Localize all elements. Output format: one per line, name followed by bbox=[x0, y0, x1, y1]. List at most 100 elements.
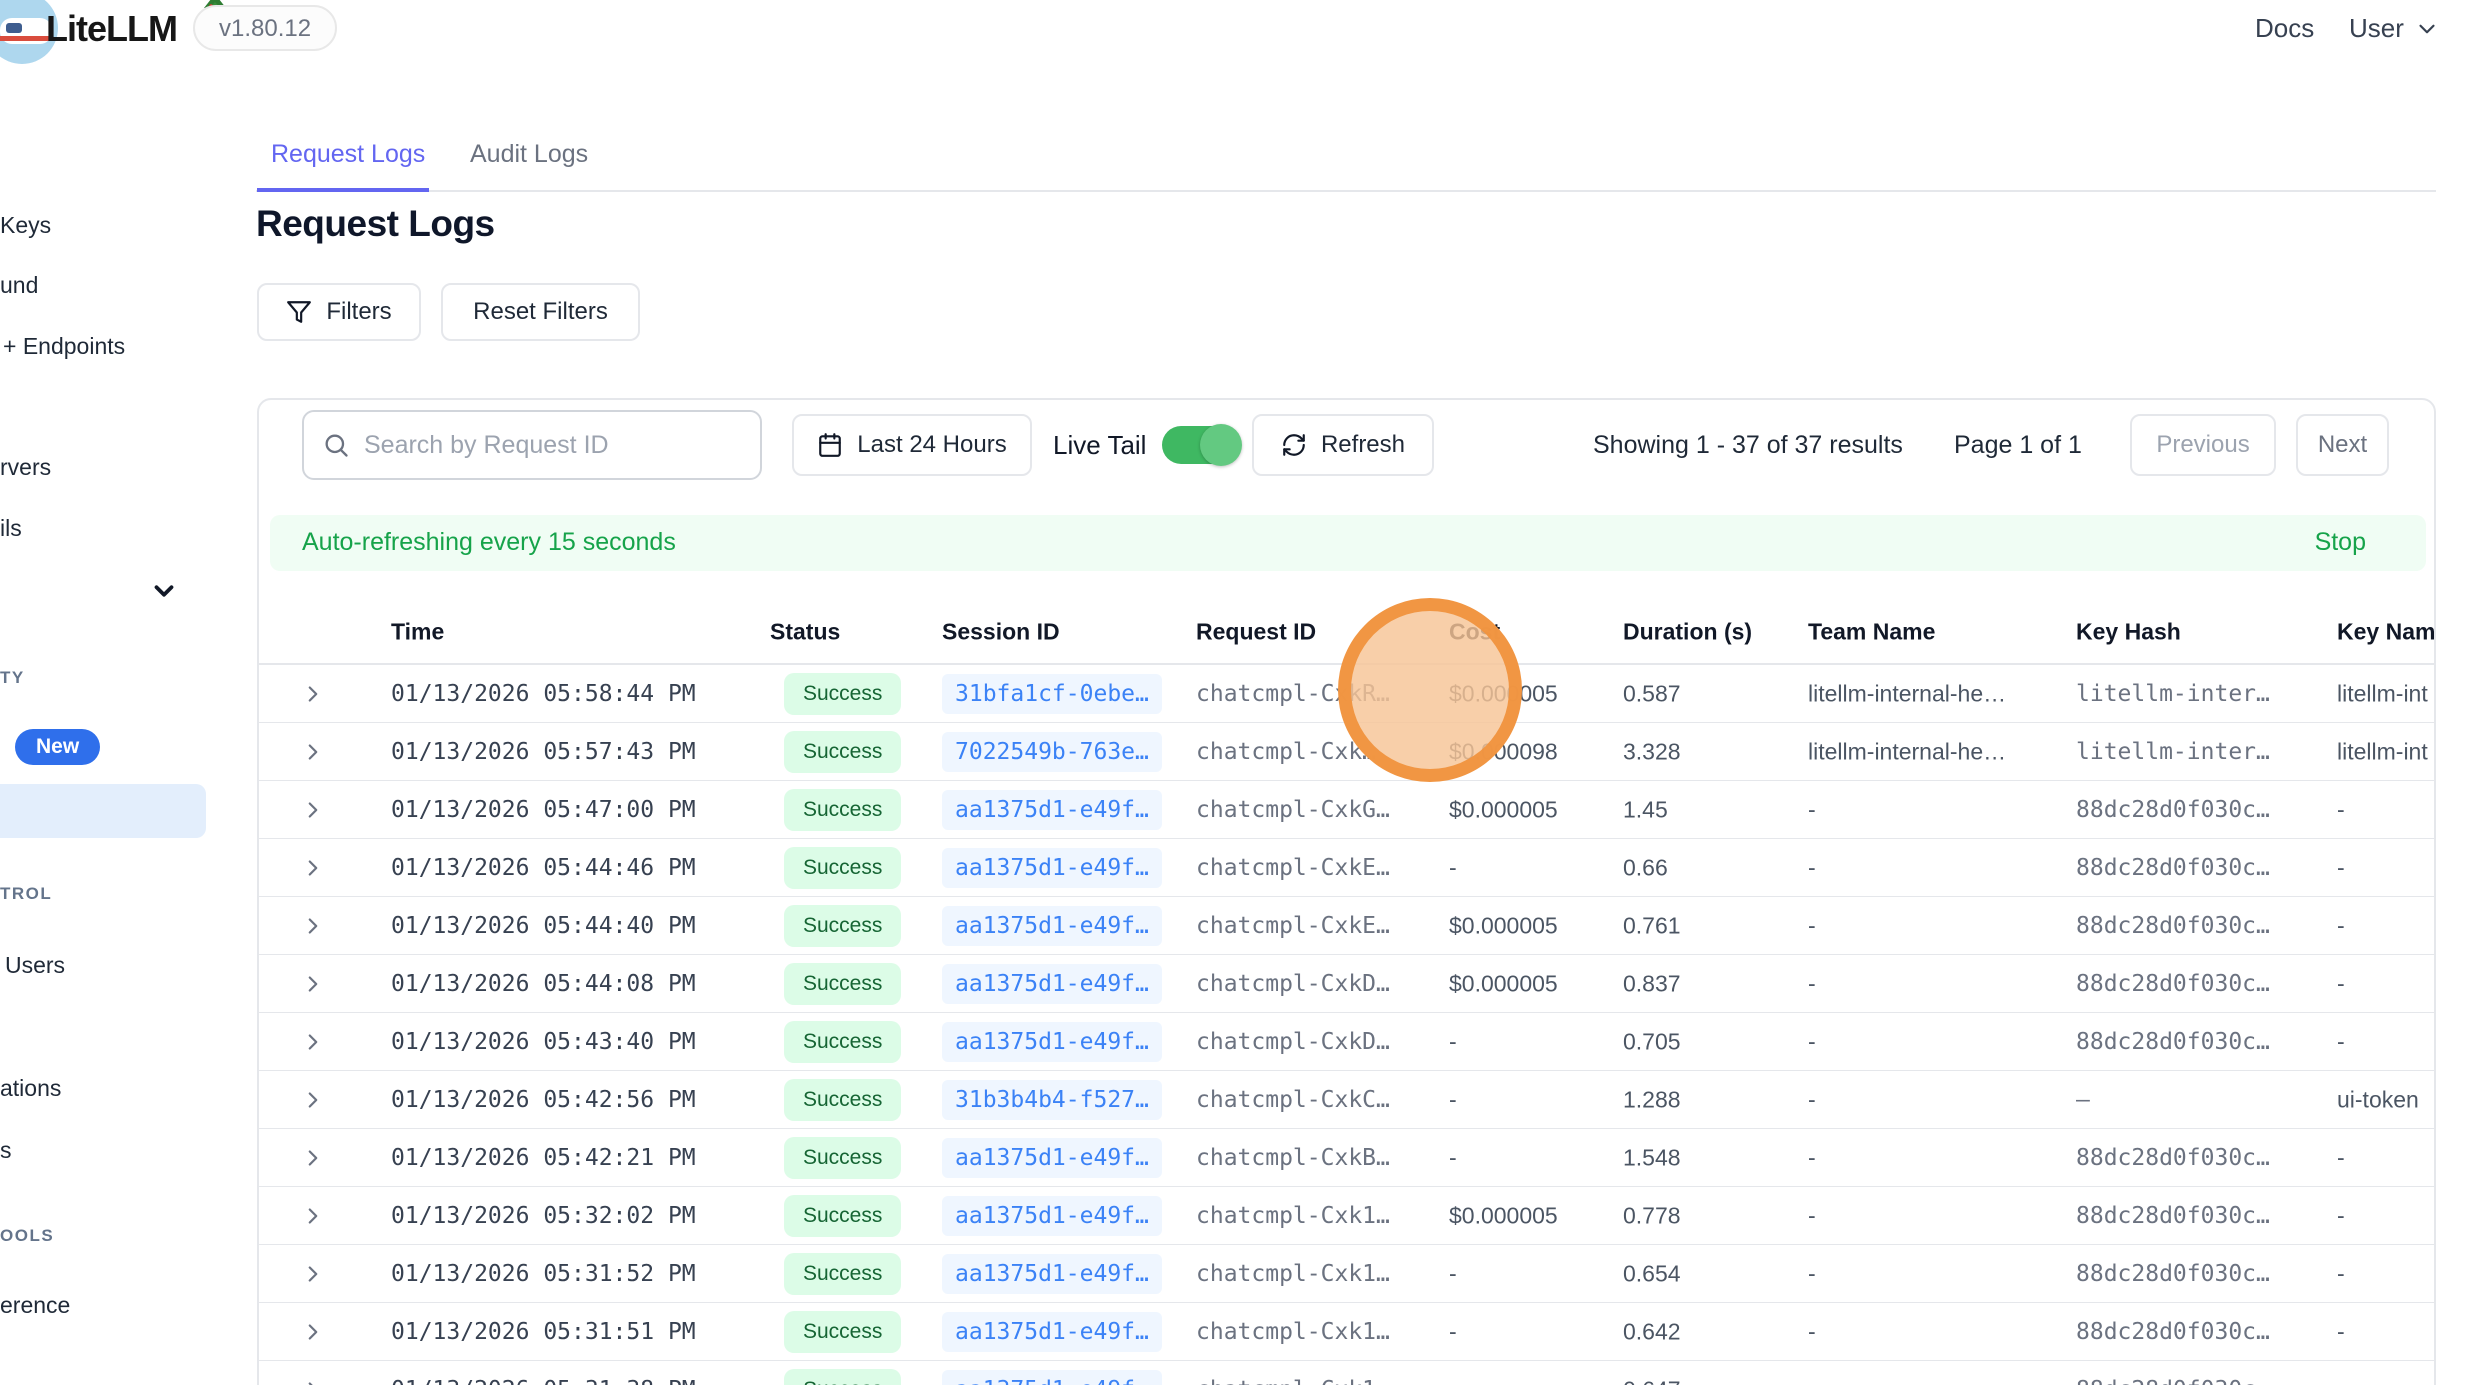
sidebar-item-logs-selected[interactable] bbox=[0, 784, 206, 838]
search-input[interactable] bbox=[364, 431, 742, 460]
cell-team-name: litellm-internal-he… bbox=[1808, 738, 2006, 765]
cell-key-hash: 88dc28d0f030c… bbox=[2076, 1377, 2270, 1385]
table-row[interactable]: 01/13/2026 05:58:44 PM Success 31bfa1cf-… bbox=[259, 665, 2436, 723]
cell-status: Success bbox=[784, 905, 901, 947]
session-id-link[interactable]: 31b3b4b4-f527… bbox=[942, 1080, 1162, 1120]
expand-row-chevron-icon[interactable] bbox=[300, 913, 326, 939]
status-badge: Success bbox=[784, 1369, 901, 1385]
session-id-link[interactable]: aa1375d1-e49f… bbox=[942, 848, 1162, 888]
table-row[interactable]: 01/13/2026 05:44:46 PM Success aa1375d1-… bbox=[259, 839, 2436, 897]
search-request-id[interactable] bbox=[302, 410, 762, 480]
session-id-link[interactable]: aa1375d1-e49f… bbox=[942, 1138, 1162, 1178]
cell-time: 01/13/2026 05:44:40 PM bbox=[391, 913, 696, 939]
sidebar-item-reference[interactable]: erence bbox=[0, 1292, 70, 1319]
sidebar-item-models-endpoints[interactable]: + Endpoints bbox=[3, 333, 125, 360]
expand-row-chevron-icon[interactable] bbox=[300, 1261, 326, 1287]
cell-team-name: - bbox=[1808, 970, 1816, 997]
table-row[interactable]: 01/13/2026 05:42:56 PM Success 31b3b4b4-… bbox=[259, 1071, 2436, 1129]
user-menu-label: User bbox=[2349, 13, 2404, 44]
table-row[interactable]: 01/13/2026 05:31:52 PM Success aa1375d1-… bbox=[259, 1245, 2436, 1303]
cell-status: Success bbox=[784, 963, 901, 1005]
session-id-link[interactable]: aa1375d1-e49f… bbox=[942, 906, 1162, 946]
cell-time: 01/13/2026 05:57:43 PM bbox=[391, 739, 696, 765]
refresh-button-label: Refresh bbox=[1321, 431, 1405, 459]
sidebar-item-teams[interactable]: s bbox=[0, 1137, 12, 1164]
cell-team-name: - bbox=[1808, 1144, 1816, 1171]
column-header-key-name: Key Name bbox=[2337, 618, 2436, 645]
sidebar-item-organizations[interactable]: ations bbox=[0, 1075, 61, 1102]
session-id-link[interactable]: 31bfa1cf-0ebe… bbox=[942, 674, 1162, 714]
sidebar-item-guardrails[interactable]: ils bbox=[0, 515, 22, 542]
cell-session-id: 31b3b4b4-f527… bbox=[942, 1080, 1162, 1120]
expand-row-chevron-icon[interactable] bbox=[300, 797, 326, 823]
table-row[interactable]: 01/13/2026 05:42:21 PM Success aa1375d1-… bbox=[259, 1129, 2436, 1187]
status-badge: Success bbox=[784, 789, 901, 831]
user-menu[interactable]: User bbox=[2349, 13, 2440, 44]
sidebar-item-servers[interactable]: rvers bbox=[0, 454, 51, 481]
cell-request-id: chatcmpl-CxkD… bbox=[1196, 1029, 1390, 1055]
session-id-link[interactable]: aa1375d1-e49f… bbox=[942, 964, 1162, 1004]
stop-autorefresh-button[interactable]: Stop bbox=[2315, 528, 2366, 557]
docs-link[interactable]: Docs bbox=[2255, 13, 2314, 44]
status-badge: Success bbox=[784, 963, 901, 1005]
time-range-button[interactable]: Last 24 Hours bbox=[792, 414, 1032, 476]
cell-key-name: - bbox=[2337, 1144, 2345, 1171]
sidebar-collapse-chevron-icon[interactable] bbox=[149, 576, 179, 606]
tab-audit-logs[interactable]: Audit Logs bbox=[470, 140, 588, 169]
sidebar-item-playground[interactable]: und bbox=[0, 272, 38, 299]
cell-time: 01/13/2026 05:31:52 PM bbox=[391, 1261, 696, 1287]
expand-row-chevron-icon[interactable] bbox=[300, 1377, 326, 1385]
session-id-link[interactable]: aa1375d1-e49f… bbox=[942, 1022, 1162, 1062]
expand-row-chevron-icon[interactable] bbox=[300, 1029, 326, 1055]
cell-cost: $0.000005 bbox=[1449, 970, 1558, 997]
live-tail-toggle[interactable] bbox=[1162, 426, 1240, 464]
cell-key-name: - bbox=[2337, 854, 2345, 881]
table-row[interactable]: 01/13/2026 05:44:08 PM Success aa1375d1-… bbox=[259, 955, 2436, 1013]
table-row[interactable]: 01/13/2026 05:31:38 PM Success aa1375d1-… bbox=[259, 1361, 2436, 1385]
reset-filters-button[interactable]: Reset Filters bbox=[441, 283, 640, 341]
sidebar-item-users[interactable]: Users bbox=[5, 952, 65, 979]
table-row[interactable]: 01/13/2026 05:57:43 PM Success 7022549b-… bbox=[259, 723, 2436, 781]
cell-request-id: chatcmpl-CxkD… bbox=[1196, 971, 1390, 997]
cell-key-name: - bbox=[2337, 1318, 2345, 1345]
cell-session-id: aa1375d1-e49f… bbox=[942, 1312, 1162, 1352]
cell-status: Success bbox=[784, 847, 901, 889]
sidebar-item-keys[interactable]: Keys bbox=[0, 212, 51, 239]
session-id-link[interactable]: 7022549b-763e… bbox=[942, 732, 1162, 772]
cell-status: Success bbox=[784, 1369, 901, 1385]
column-header-status: Status bbox=[770, 618, 840, 645]
table-row[interactable]: 01/13/2026 05:44:40 PM Success aa1375d1-… bbox=[259, 897, 2436, 955]
session-id-link[interactable]: aa1375d1-e49f… bbox=[942, 1254, 1162, 1294]
expand-row-chevron-icon[interactable] bbox=[300, 1319, 326, 1345]
column-header-cost: Cost bbox=[1449, 618, 1500, 645]
expand-row-chevron-icon[interactable] bbox=[300, 1203, 326, 1229]
expand-row-chevron-icon[interactable] bbox=[300, 681, 326, 707]
expand-row-chevron-icon[interactable] bbox=[300, 855, 326, 881]
table-row[interactable]: 01/13/2026 05:32:02 PM Success aa1375d1-… bbox=[259, 1187, 2436, 1245]
next-page-button[interactable]: Next bbox=[2296, 414, 2389, 476]
cell-cost: $0.000005 bbox=[1449, 1202, 1558, 1229]
column-header-session-id: Session ID bbox=[942, 618, 1060, 645]
session-id-link[interactable]: aa1375d1-e49f… bbox=[942, 1370, 1162, 1385]
session-id-link[interactable]: aa1375d1-e49f… bbox=[942, 790, 1162, 830]
table-row[interactable]: 01/13/2026 05:31:51 PM Success aa1375d1-… bbox=[259, 1303, 2436, 1361]
previous-page-button[interactable]: Previous bbox=[2130, 414, 2276, 476]
expand-row-chevron-icon[interactable] bbox=[300, 1145, 326, 1171]
expand-row-chevron-icon[interactable] bbox=[300, 971, 326, 997]
session-id-link[interactable]: aa1375d1-e49f… bbox=[942, 1312, 1162, 1352]
tab-request-logs[interactable]: Request Logs bbox=[271, 140, 425, 169]
session-id-link[interactable]: aa1375d1-e49f… bbox=[942, 1196, 1162, 1236]
cell-team-name: - bbox=[1808, 1202, 1816, 1229]
cell-time: 01/13/2026 05:43:40 PM bbox=[391, 1029, 696, 1055]
status-badge: Success bbox=[784, 1195, 901, 1237]
sidebar-section-tools: OOLS bbox=[0, 1226, 54, 1246]
table-row[interactable]: 01/13/2026 05:43:40 PM Success aa1375d1-… bbox=[259, 1013, 2436, 1071]
expand-row-chevron-icon[interactable] bbox=[300, 739, 326, 765]
refresh-button[interactable]: Refresh bbox=[1252, 414, 1434, 476]
expand-row-chevron-icon[interactable] bbox=[300, 1087, 326, 1113]
table-row[interactable]: 01/13/2026 05:47:00 PM Success aa1375d1-… bbox=[259, 781, 2436, 839]
filters-button[interactable]: Filters bbox=[257, 283, 421, 341]
cell-cost: - bbox=[1449, 1318, 1457, 1345]
cell-key-name: litellm-int bbox=[2337, 680, 2428, 707]
column-header-request-id: Request ID bbox=[1196, 618, 1316, 645]
